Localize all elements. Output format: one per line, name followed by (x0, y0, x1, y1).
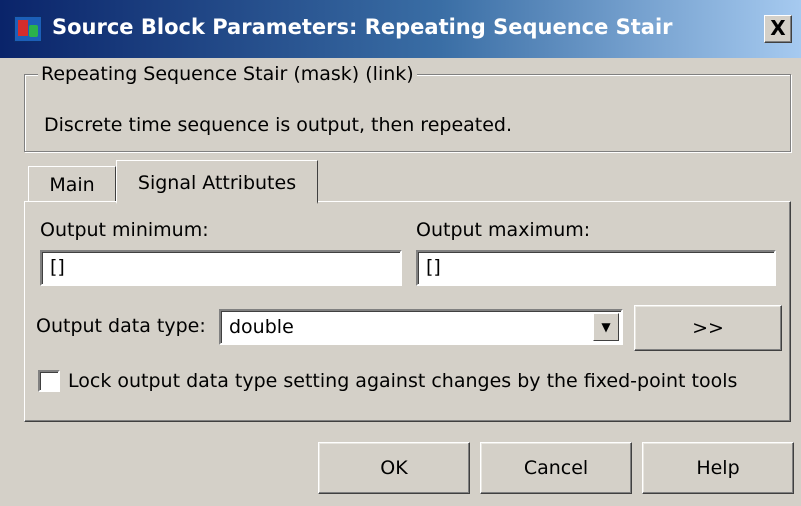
output-data-type-label: Output data type: (36, 315, 206, 337)
output-minimum-input[interactable]: [] (40, 250, 402, 286)
output-maximum-label: Output maximum: (416, 219, 591, 241)
tab-main[interactable]: Main (28, 166, 116, 202)
help-button[interactable]: Help (642, 442, 794, 494)
ok-button[interactable]: OK (318, 442, 470, 494)
mask-description-group (24, 74, 791, 152)
close-button[interactable]: X (764, 15, 792, 43)
chevron-down-icon[interactable]: ▼ (593, 313, 619, 341)
output-minimum-label: Output minimum: (40, 219, 209, 241)
lock-data-type-label: Lock output data type setting against ch… (68, 370, 738, 392)
output-maximum-input[interactable]: [] (416, 250, 776, 286)
simulink-block-icon (14, 16, 42, 42)
title-bar: Source Block Parameters: Repeating Seque… (0, 0, 801, 58)
tab-signal-attributes[interactable]: Signal Attributes (116, 160, 318, 204)
data-type-assistant-button[interactable]: >> (634, 305, 782, 351)
lock-data-type-checkbox[interactable] (38, 370, 60, 392)
output-data-type-value: double (229, 316, 294, 338)
output-data-type-select[interactable]: double ▼ (219, 309, 623, 345)
mask-description: Discrete time sequence is output, then r… (44, 114, 513, 136)
window-title: Source Block Parameters: Repeating Seque… (52, 15, 673, 39)
group-legend: Repeating Sequence Stair (mask) (link) (38, 63, 417, 85)
cancel-button[interactable]: Cancel (480, 442, 632, 494)
